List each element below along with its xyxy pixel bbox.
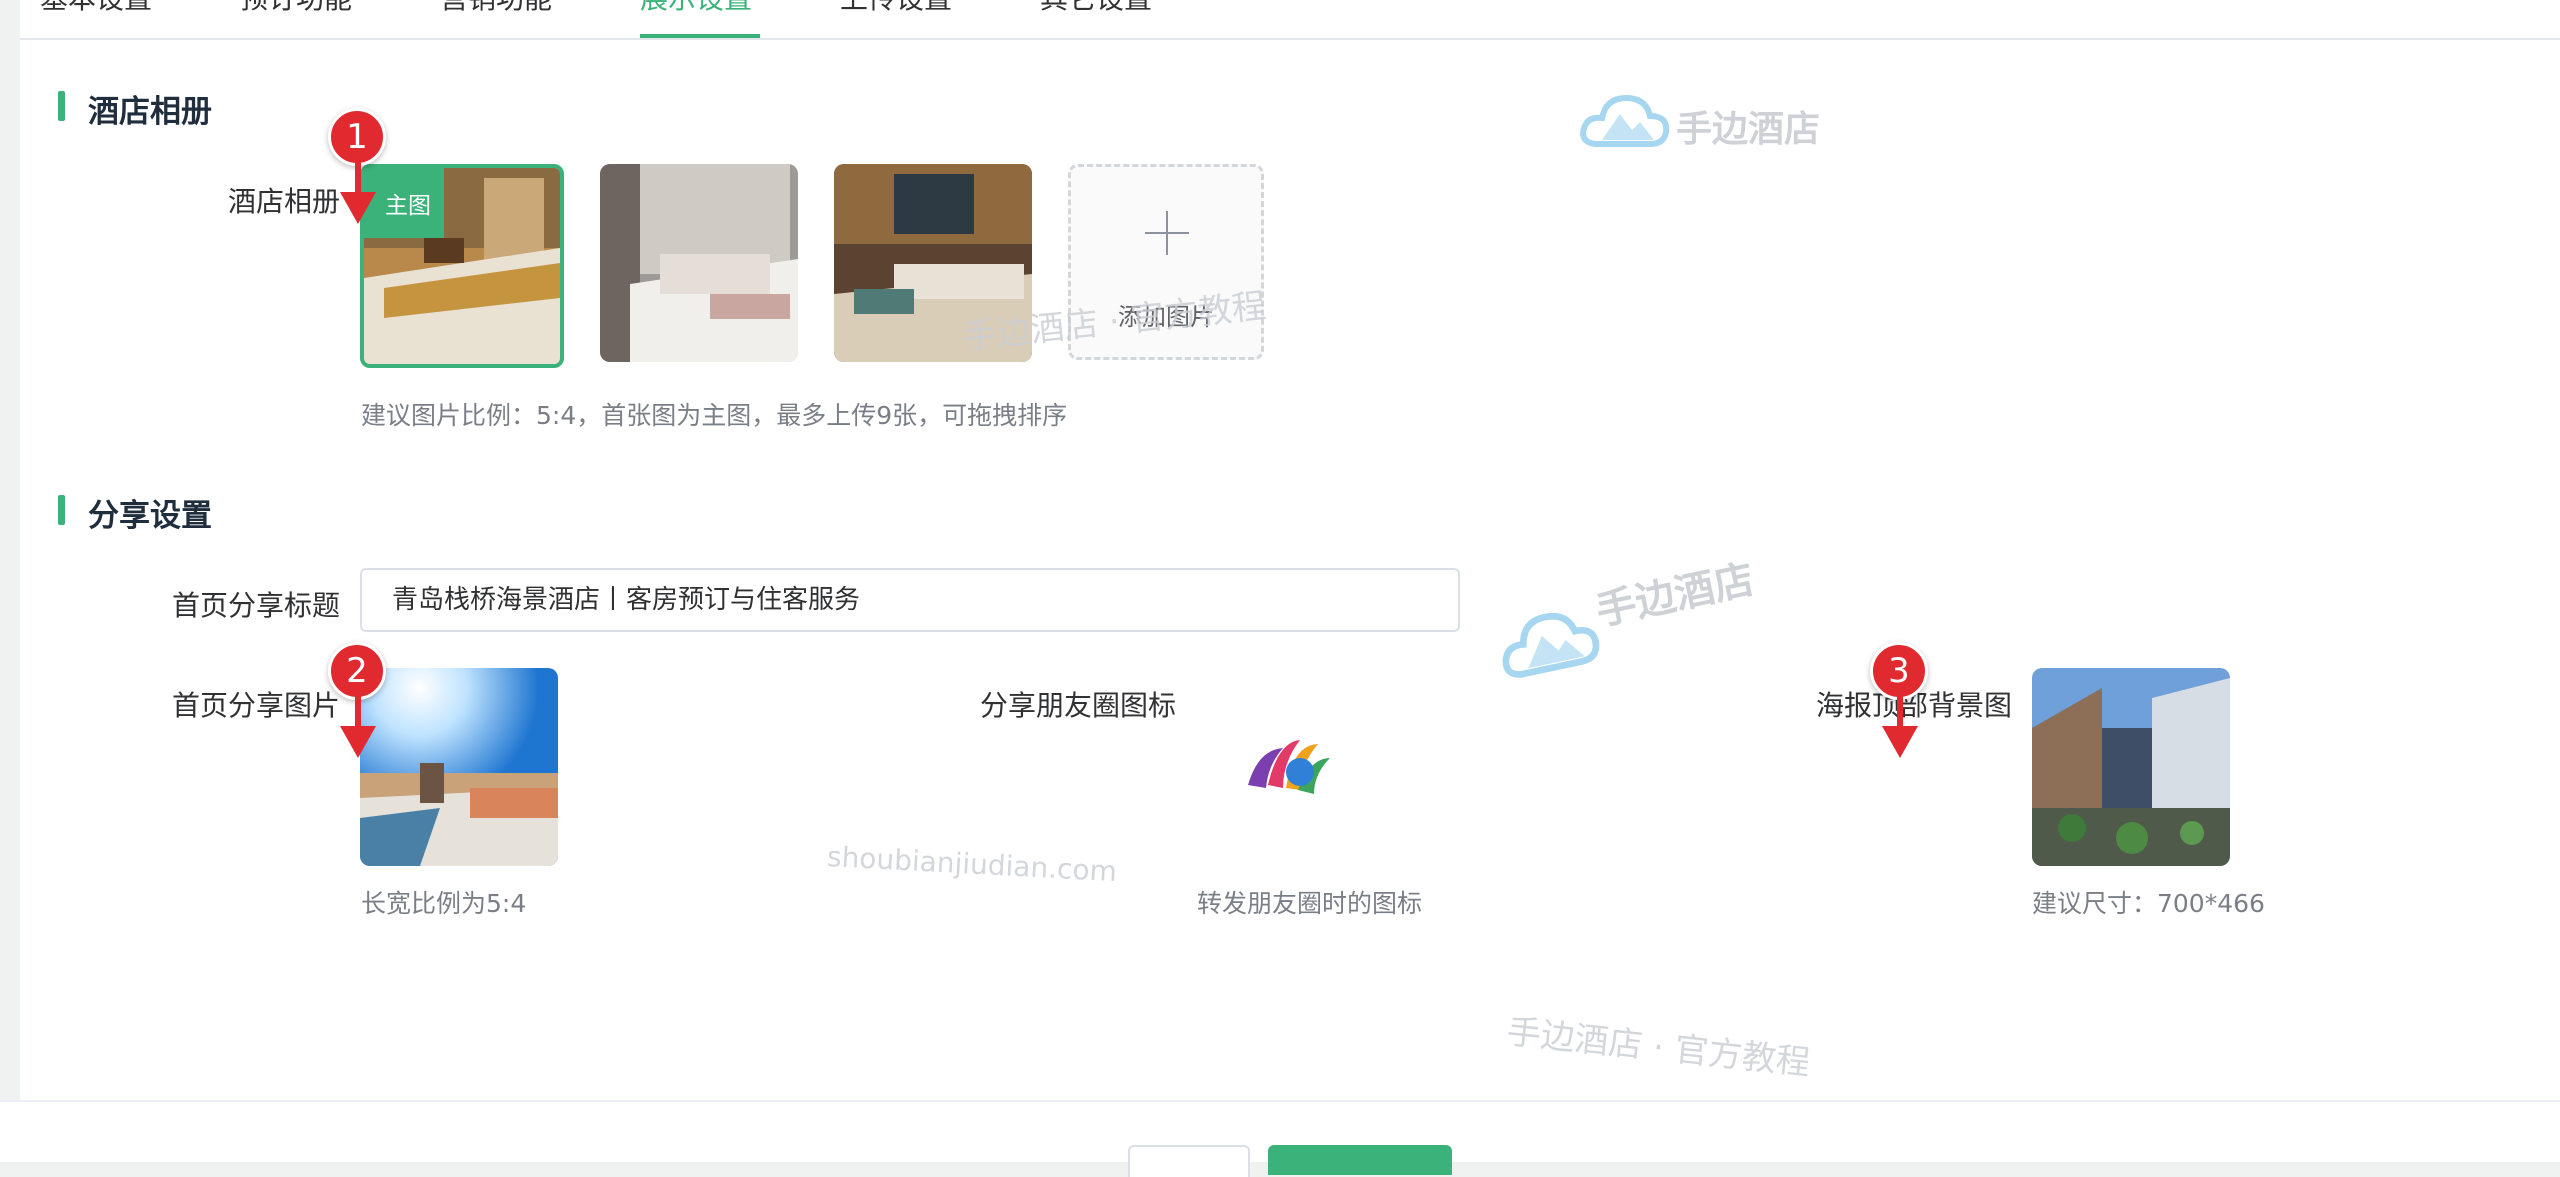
album-field-label: 酒店相册 — [228, 185, 341, 218]
tab-display[interactable]: 展示设置 — [640, 0, 752, 14]
save-button[interactable] — [1268, 1145, 1452, 1175]
album-photo-main[interactable]: 主图 — [360, 164, 564, 368]
red-arrow-icon — [340, 162, 376, 224]
watermark-brand: 手边酒店 — [1592, 556, 1759, 635]
section-title-share: 分享设置 — [88, 498, 212, 534]
colorful-moments-logo-icon[interactable] — [1238, 730, 1338, 800]
share-title-input[interactable]: 青岛栈桥海景酒店丨客房预订与住客服务 — [360, 568, 1460, 632]
settings-panel: 基本设置 预订功能 营销功能 展示设置 上传设置 其它设置 酒店相册 酒店相册 … — [20, 0, 2560, 1100]
annotation-badge-3: 3 — [1870, 642, 1928, 700]
tab-basic[interactable]: 基本设置 — [40, 0, 152, 14]
share-image-label: 首页分享图片 — [172, 689, 341, 722]
moments-icon-hint: 转发朋友圈时的图标 — [1197, 889, 1423, 918]
tab-bar: 基本设置 预订功能 营销功能 展示设置 上传设置 其它设置 — [20, 0, 2560, 40]
share-title-label: 首页分享标题 — [172, 589, 341, 622]
share-image-thumbnail[interactable] — [360, 668, 558, 866]
red-arrow-icon — [340, 696, 376, 758]
poster-background-hint: 建议尺寸：700*466 — [2032, 889, 2265, 918]
plus-icon — [1143, 209, 1191, 257]
watermark-brand: 手边酒店 — [1676, 109, 1821, 150]
cloud-logo-icon — [1502, 612, 1600, 678]
tab-upload[interactable]: 上传设置 — [840, 0, 952, 14]
poster-background-thumbnail[interactable] — [2032, 668, 2230, 866]
tab-other[interactable]: 其它设置 — [1040, 0, 1152, 14]
poster-background-photo — [2032, 668, 2230, 866]
moments-icon-label: 分享朋友圈图标 — [980, 689, 1177, 722]
section-accent-bar — [58, 495, 65, 525]
footer-action-bar — [0, 1100, 2560, 1177]
tab-marketing[interactable]: 营销功能 — [440, 0, 552, 14]
hotel-room-photo-2 — [600, 164, 798, 362]
cloud-logo-icon — [1580, 94, 1670, 147]
cancel-button[interactable] — [1128, 1145, 1250, 1177]
annotation-badge-1: 1 — [328, 108, 386, 166]
share-image-hint: 长宽比例为5:4 — [361, 889, 527, 918]
section-accent-bar — [58, 91, 65, 121]
annotation-badge-2: 2 — [328, 642, 386, 700]
tab-booking[interactable]: 预订功能 — [240, 0, 352, 14]
share-image-photo — [360, 668, 558, 866]
active-tab-indicator — [640, 34, 760, 38]
album-photo-2[interactable] — [600, 164, 798, 362]
watermark-tagline: 手边酒店 · 官方教程 — [1504, 1011, 1812, 1084]
red-arrow-icon — [1882, 696, 1918, 758]
watermark-domain: shoubianjiudian.com — [826, 840, 1118, 889]
section-title-album: 酒店相册 — [88, 94, 212, 130]
album-hint: 建议图片比例：5:4，首张图为主图，最多上传9张，可拖拽排序 — [361, 401, 1068, 430]
